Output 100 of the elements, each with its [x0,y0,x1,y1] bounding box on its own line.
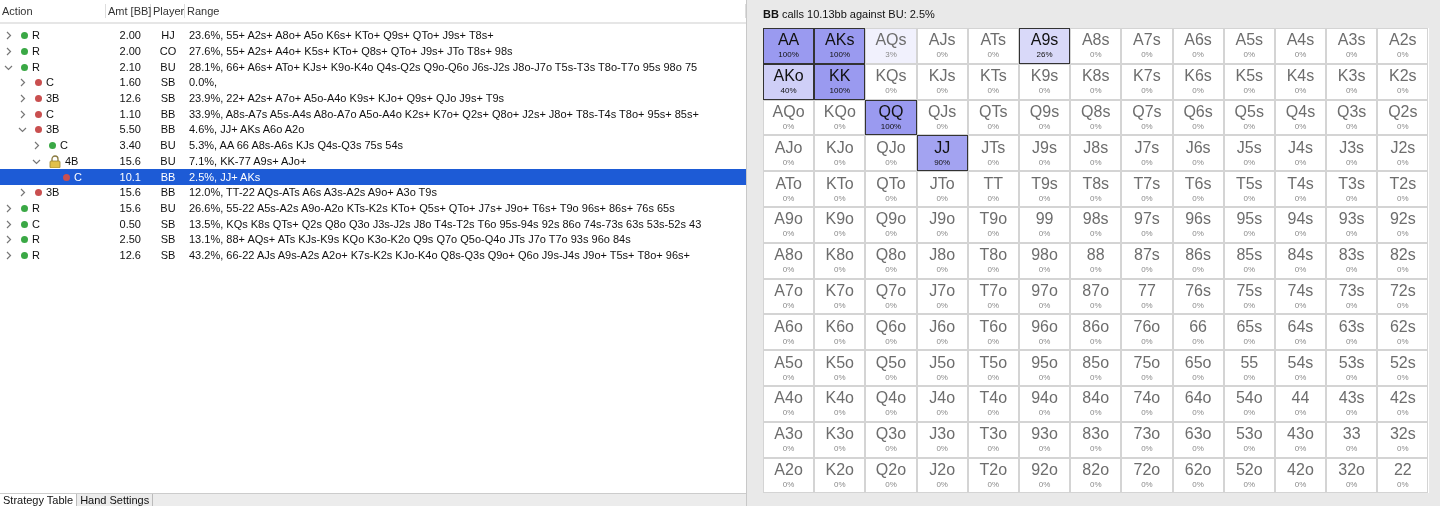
hand-cell[interactable]: K5s 0% [1223,63,1275,100]
hand-cell[interactable]: 77 0% [1121,278,1173,315]
hand-cell[interactable]: K9o 0% [814,207,866,243]
hand-cell[interactable]: 63o 0% [1172,421,1224,458]
hand-cell[interactable]: AA 100% [763,28,815,64]
hand-cell[interactable]: 82o 0% [1070,457,1122,494]
hand-cell[interactable]: 96s 0% [1172,207,1224,243]
hand-cell[interactable]: AJs 0% [916,28,968,64]
hand-cell[interactable]: T6s 0% [1172,171,1224,207]
hand-cell[interactable]: JTo 0% [916,171,968,207]
hand-cell[interactable]: A5s 0% [1223,28,1275,64]
hand-cell[interactable]: AKo 40% [763,63,815,100]
hand-cell[interactable]: K7o 0% [814,278,866,315]
tree-row[interactable]: C 10.1 BB 2.5%, JJ+ AKs [0,169,746,185]
hand-cell[interactable]: A9s 26% [1018,28,1071,64]
hand-cell[interactable]: QJs 0% [916,99,968,136]
hand-cell[interactable]: 65s 0% [1223,314,1275,351]
hand-cell[interactable]: 92s 0% [1377,207,1429,243]
hand-cell[interactable]: K8s 0% [1070,63,1122,100]
column-header[interactable]: Range [185,4,746,18]
hand-cell[interactable]: 32o 0% [1326,457,1378,494]
hand-cell[interactable]: A5o 0% [763,350,815,386]
hand-cell[interactable]: 63s 0% [1326,314,1378,351]
hand-cell[interactable]: 73s 0% [1326,278,1378,315]
hand-cell[interactable]: 54s 0% [1274,350,1327,386]
hand-cell[interactable]: KK 100% [814,63,866,100]
hand-cell[interactable]: 62s 0% [1377,314,1429,351]
hand-cell[interactable]: J8o 0% [916,242,968,279]
hand-cell[interactable]: A2s 0% [1377,28,1429,64]
hand-cell[interactable]: T5s 0% [1223,171,1275,207]
hand-cell[interactable]: T8o 0% [967,242,1019,279]
tree-row[interactable]: R 2.00 CO 27.6%, 55+ A2s+ A4o+ K5s+ KTo+ Q8s+ QTo+ J9s+ JTo T8s+ 98s [0,43,746,60]
hand-cell[interactable]: 75s 0% [1223,278,1275,315]
hand-cell[interactable]: 43s 0% [1326,385,1378,422]
hand-cell[interactable]: K3o 0% [814,421,866,458]
hand-cell[interactable]: J5o 0% [916,350,968,386]
hand-cell[interactable]: K6s 0% [1172,63,1224,100]
hand-cell[interactable]: 98o 0% [1018,242,1071,279]
hand-cell[interactable]: Q7s 0% [1121,99,1173,136]
hand-cell[interactable]: 74o 0% [1121,385,1173,422]
hand-cell[interactable]: 42o 0% [1274,457,1327,494]
hand-cell[interactable]: 32s 0% [1377,421,1429,458]
hand-cell[interactable]: T9o 0% [967,207,1019,243]
hand-cell[interactable]: Q7o 0% [865,278,917,315]
tree-row[interactable]: 3B 12.6 SB 23.9%, 22+ A2s+ A7o+ A5o-A4o K9s+ KJo+ Q9s+ QJo J9s+ T9s [0,90,746,107]
hand-cell[interactable]: 54o 0% [1223,385,1275,422]
hand-cell[interactable]: 44 0% [1274,385,1327,422]
hand-cell[interactable]: Q9s 0% [1018,99,1071,136]
hand-cell[interactable]: 43o 0% [1274,421,1327,458]
hand-cell[interactable]: 88 0% [1070,242,1122,279]
hand-cell[interactable]: KTo 0% [814,171,866,207]
hand-cell[interactable]: Q3o 0% [865,421,917,458]
hand-cell[interactable]: KJo 0% [814,135,866,172]
tree-row[interactable]: R 15.6 BU 26.6%, 55-22 A5s-A2s A9o-A2o KTs-K2s KTo+ Q5s+ QTo+ J7s+ J9o+ T6s+ T9o 96s+ 86s+ 76s 65s [0,200,746,217]
hand-cell[interactable]: TT 0% [967,171,1019,207]
expand-chevron-icon[interactable] [18,78,27,88]
hand-cell[interactable]: 42s 0% [1377,385,1429,422]
hand-cell[interactable]: 95s 0% [1223,207,1275,243]
expand-chevron-icon[interactable] [4,47,13,57]
hand-cell[interactable]: A8s 0% [1070,28,1122,64]
hand-cell[interactable]: KQo 0% [814,99,866,136]
hand-cell[interactable]: T7s 0% [1121,171,1173,207]
hand-cell[interactable]: AQs 3% [865,28,917,64]
hand-cell[interactable]: K2s 0% [1377,63,1429,100]
hand-cell[interactable]: 85o 0% [1070,350,1122,386]
hand-cell[interactable]: 74s 0% [1274,278,1327,315]
hand-cell[interactable]: 53s 0% [1326,350,1378,386]
hand-cell[interactable]: J6o 0% [916,314,968,351]
hand-cell[interactable]: K4s 0% [1274,63,1327,100]
hand-cell[interactable]: 52s 0% [1377,350,1429,386]
hand-cell[interactable]: J4s 0% [1274,135,1327,172]
hand-cell[interactable]: A4s 0% [1274,28,1327,64]
expand-chevron-icon[interactable] [4,235,13,245]
hand-cell[interactable]: 97s 0% [1121,207,1173,243]
hand-cell[interactable]: Q4o 0% [865,385,917,422]
hand-cell[interactable]: QTo 0% [865,171,917,207]
hand-cell[interactable]: QQ 100% [865,99,917,136]
expand-chevron-icon[interactable] [18,109,27,119]
hand-cell[interactable]: Q3s 0% [1326,99,1378,136]
hand-cell[interactable]: A2o 0% [763,457,815,494]
hand-cell[interactable]: A7s 0% [1121,28,1173,64]
hand-cell[interactable]: 84o 0% [1070,385,1122,422]
hand-cell[interactable]: KTs 0% [967,63,1019,100]
hand-cell[interactable]: KQs 0% [865,63,917,100]
collapse-chevron-icon[interactable] [18,125,27,135]
hand-cell[interactable]: T9s 0% [1018,171,1071,207]
hand-cell[interactable]: KJs 0% [916,63,968,100]
hand-cell[interactable]: 95o 0% [1018,350,1071,386]
hand-cell[interactable]: 55 0% [1223,350,1275,386]
expand-chevron-icon[interactable] [4,250,13,260]
hand-cell[interactable]: 75o 0% [1121,350,1173,386]
tree-row[interactable]: C 3.40 BU 5.3%, AA 66 A8s-A6s KJs Q4s-Q3s 75s 54s [0,137,746,154]
hand-cell[interactable]: QTs 0% [967,99,1019,136]
hand-cell[interactable]: K6o 0% [814,314,866,351]
hand-cell[interactable]: 83o 0% [1070,421,1122,458]
hand-cell[interactable]: 65o 0% [1172,350,1224,386]
hand-cell[interactable]: Q5s 0% [1223,99,1275,136]
expand-chevron-icon[interactable] [32,141,41,151]
hand-cell[interactable]: A9o 0% [763,207,815,243]
expand-chevron-icon[interactable] [4,219,13,229]
